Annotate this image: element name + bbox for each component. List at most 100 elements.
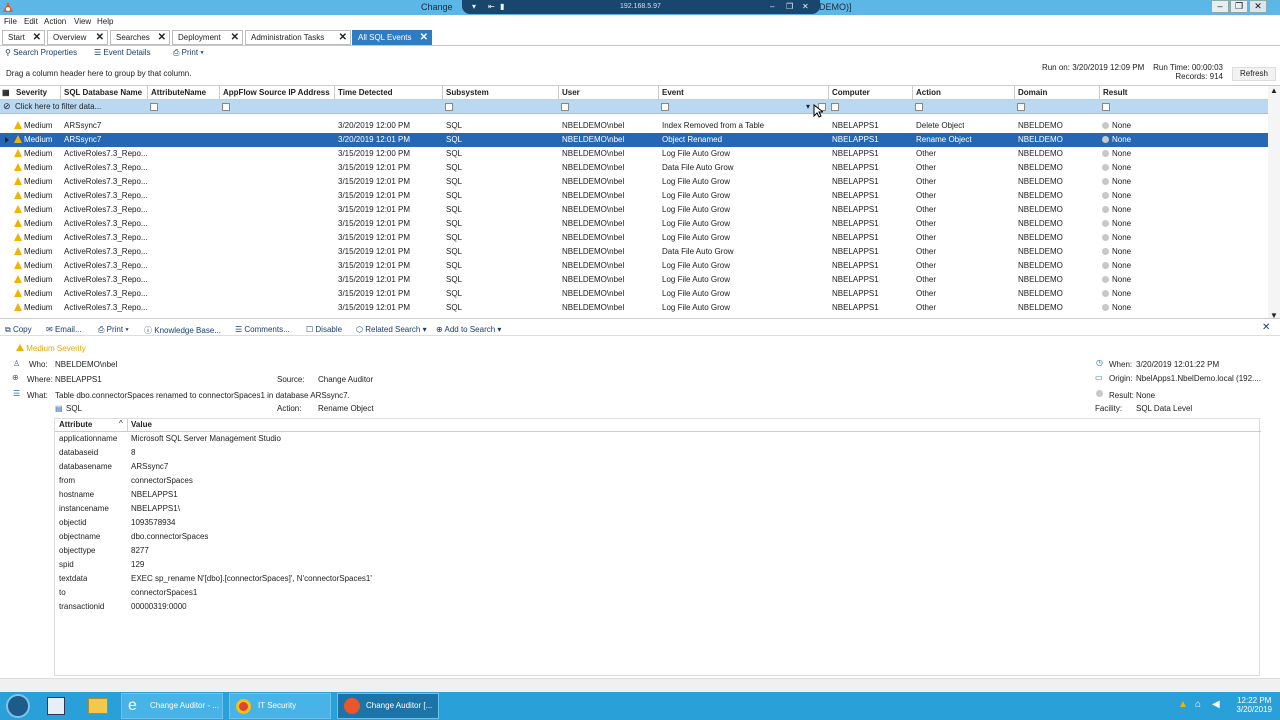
taskbar-clock[interactable]: 12:22 PM 3/20/2019 bbox=[1236, 696, 1272, 714]
filter-button[interactable] bbox=[831, 103, 839, 111]
filter-button[interactable] bbox=[1017, 103, 1025, 111]
table-row[interactable]: Medium ActiveRoles7.3_Repo... 3/15/2019 12… bbox=[0, 203, 1268, 217]
add-to-search-button[interactable]: ⊕ Add to Search ▾ bbox=[436, 325, 501, 334]
start-button[interactable] bbox=[6, 694, 30, 718]
taskbar-change-auditor-web[interactable]: e Change Auditor - ... bbox=[121, 693, 223, 719]
col-computer[interactable]: Computer bbox=[832, 88, 870, 97]
col-action[interactable]: Action bbox=[916, 88, 941, 97]
col-result[interactable]: Result bbox=[1103, 88, 1127, 97]
close-tab-icon[interactable]: ✕ bbox=[339, 31, 347, 44]
attribute-row[interactable]: textdata EXEC sp_rename N'[dbo].[connecto… bbox=[55, 572, 1261, 586]
tray-network-icon[interactable]: ⌂ bbox=[1195, 699, 1201, 710]
menu-view[interactable]: View bbox=[74, 17, 91, 26]
table-row[interactable]: Medium ActiveRoles7.3_Repo... 3/15/2019 12… bbox=[0, 189, 1268, 203]
tab-all-sql-events[interactable]: All SQL Events ✕ bbox=[352, 30, 432, 45]
event-details-button[interactable]: ☰ Event Details bbox=[94, 48, 151, 57]
email-button[interactable]: ✉ Email... bbox=[46, 325, 82, 334]
attribute-row[interactable]: applicationname Microsoft SQL Server Mana… bbox=[55, 432, 1261, 446]
col-time-detected[interactable]: Time Detected bbox=[338, 88, 393, 97]
pin-icon[interactable]: ⇤ bbox=[488, 2, 495, 11]
taskbar-change-auditor-client[interactable]: Change Auditor [... bbox=[337, 693, 439, 719]
search-properties-button[interactable]: ⚲ Search Properties bbox=[5, 48, 77, 57]
table-row[interactable]: Medium ARSsync7 3/20/2019 12:00 PM SQL NBELD… bbox=[0, 119, 1268, 133]
attribute-row[interactable]: transactionid 00000319:0000 bbox=[55, 600, 1261, 614]
comments-button[interactable]: ☰ Comments... bbox=[235, 325, 290, 334]
col-event[interactable]: Event bbox=[662, 88, 684, 97]
table-row[interactable]: Medium ActiveRoles7.3_Repo... 3/15/2019 12… bbox=[0, 245, 1268, 259]
table-row[interactable]: Medium ARSsync7 3/20/2019 12:01 PM SQL NBELD… bbox=[0, 133, 1268, 147]
table-row[interactable]: Medium ActiveRoles7.3_Repo... 3/15/2019 12… bbox=[0, 259, 1268, 273]
menu-edit[interactable]: Edit bbox=[24, 17, 38, 26]
close-tab-icon[interactable]: ✕ bbox=[420, 31, 428, 44]
menu-action[interactable]: Action bbox=[44, 17, 66, 26]
print-button[interactable]: ⎙ Print ▾ bbox=[98, 325, 129, 335]
close-detail-icon[interactable]: ✕ bbox=[1262, 322, 1270, 333]
attribute-row[interactable]: to connectorSpaces1 bbox=[55, 586, 1261, 600]
filter-button[interactable] bbox=[150, 103, 158, 111]
column-chooser-icon[interactable]: ▦ bbox=[2, 88, 10, 97]
refresh-button[interactable]: Refresh bbox=[1232, 67, 1276, 81]
tray-warning-icon[interactable]: ▲ bbox=[1178, 699, 1188, 710]
disable-button[interactable]: ☐ Disable bbox=[306, 325, 342, 334]
col-severity[interactable]: Severity bbox=[16, 88, 47, 97]
filter-button[interactable] bbox=[661, 103, 669, 111]
tab-searches[interactable]: Searches ✕ bbox=[110, 30, 170, 45]
table-row[interactable]: Medium ActiveRoles7.3_Repo... 3/15/2019 12… bbox=[0, 273, 1268, 287]
table-row[interactable]: Medium ActiveRoles7.3_Repo... 3/15/2019 12… bbox=[0, 231, 1268, 245]
filter-button[interactable] bbox=[222, 103, 230, 111]
close-button[interactable]: ✕ bbox=[1249, 0, 1267, 13]
close-tab-icon[interactable]: ✕ bbox=[96, 31, 104, 44]
attribute-row[interactable]: objectid 1093578934 bbox=[55, 516, 1261, 530]
close-tab-icon[interactable]: ✕ bbox=[33, 31, 41, 44]
file-explorer-icon[interactable] bbox=[88, 698, 108, 714]
filter-row[interactable]: ⊘ Click here to filter data... ▾ bbox=[0, 100, 1268, 114]
attribute-row[interactable]: objecttype 8277 bbox=[55, 544, 1261, 558]
tab-start[interactable]: Start ✕ bbox=[2, 30, 45, 45]
col-attribute-name[interactable]: AttributeName bbox=[151, 88, 206, 97]
close-icon[interactable]: ✕ bbox=[802, 2, 809, 11]
attribute-row[interactable]: from connectorSpaces bbox=[55, 474, 1261, 488]
maximize-button[interactable]: ❐ bbox=[1230, 0, 1248, 13]
copy-button[interactable]: ⧉ Copy bbox=[5, 325, 32, 335]
col-domain[interactable]: Domain bbox=[1018, 88, 1047, 97]
filter-button[interactable] bbox=[561, 103, 569, 111]
table-row[interactable]: Medium ActiveRoles7.3_Repo... 3/15/2019 12… bbox=[0, 217, 1268, 231]
print-menu-button[interactable]: ⎙ Print ▾ bbox=[173, 48, 204, 58]
tray-volume-icon[interactable]: ◀ bbox=[1212, 699, 1220, 710]
table-row[interactable]: Medium ActiveRoles7.3_Repo... 3/15/2019 12… bbox=[0, 287, 1268, 301]
attribute-row[interactable]: hostname NBELAPPS1 bbox=[55, 488, 1261, 502]
col-sql-database-name[interactable]: SQL Database Name bbox=[64, 88, 142, 97]
close-tab-icon[interactable]: ✕ bbox=[158, 31, 166, 44]
tab-administration-tasks[interactable]: Administration Tasks ✕ bbox=[245, 30, 351, 45]
server-manager-icon[interactable] bbox=[47, 697, 65, 715]
related-search-button[interactable]: ⬡ Related Search ▾ bbox=[356, 325, 427, 334]
col-appflow-ip[interactable]: AppFlow Source IP Address bbox=[223, 88, 330, 97]
tab-overview[interactable]: Overview ✕ bbox=[47, 30, 108, 45]
close-tab-icon[interactable]: ✕ bbox=[231, 31, 239, 44]
menu-file[interactable]: File bbox=[4, 17, 17, 26]
attribute-column-header[interactable]: Attribute bbox=[59, 420, 92, 429]
value-column-header[interactable]: Value bbox=[131, 420, 152, 429]
col-user[interactable]: User bbox=[562, 88, 580, 97]
vertical-scrollbar[interactable]: ▲ ▼ bbox=[1268, 86, 1280, 318]
attribute-row[interactable]: databaseid 8 bbox=[55, 446, 1261, 460]
attribute-row[interactable]: databasename ARSsync7 bbox=[55, 460, 1261, 474]
minimize-icon[interactable]: – bbox=[770, 2, 774, 11]
attribute-row[interactable]: instancename NBELAPPS1\ bbox=[55, 502, 1261, 516]
table-row[interactable]: Medium ActiveRoles7.3_Repo... 3/15/2019 12… bbox=[0, 147, 1268, 161]
scroll-down-icon[interactable]: ▼ bbox=[1270, 311, 1278, 318]
attribute-row[interactable]: spid 129 bbox=[55, 558, 1261, 572]
table-row[interactable]: Medium ActiveRoles7.3_Repo... 3/15/2019 12… bbox=[0, 161, 1268, 175]
taskbar-it-security-search[interactable]: IT Security Search... bbox=[229, 693, 331, 719]
filter-button[interactable] bbox=[1102, 103, 1110, 111]
restore-icon[interactable]: ❐ bbox=[786, 2, 793, 11]
filter-button[interactable] bbox=[445, 103, 453, 111]
knowledge-base-button[interactable]: ⓘ Knowledge Base... bbox=[144, 325, 221, 336]
menu-help[interactable]: Help bbox=[97, 17, 113, 26]
minimize-button[interactable]: – bbox=[1211, 0, 1229, 13]
tab-deployment[interactable]: Deployment ✕ bbox=[172, 30, 243, 45]
table-row[interactable]: Medium ActiveRoles7.3_Repo... 3/15/2019 12… bbox=[0, 175, 1268, 189]
chevron-down-icon[interactable]: ▾ bbox=[472, 2, 476, 11]
scroll-up-icon[interactable]: ▲ bbox=[1270, 86, 1278, 95]
filter-button[interactable] bbox=[915, 103, 923, 111]
